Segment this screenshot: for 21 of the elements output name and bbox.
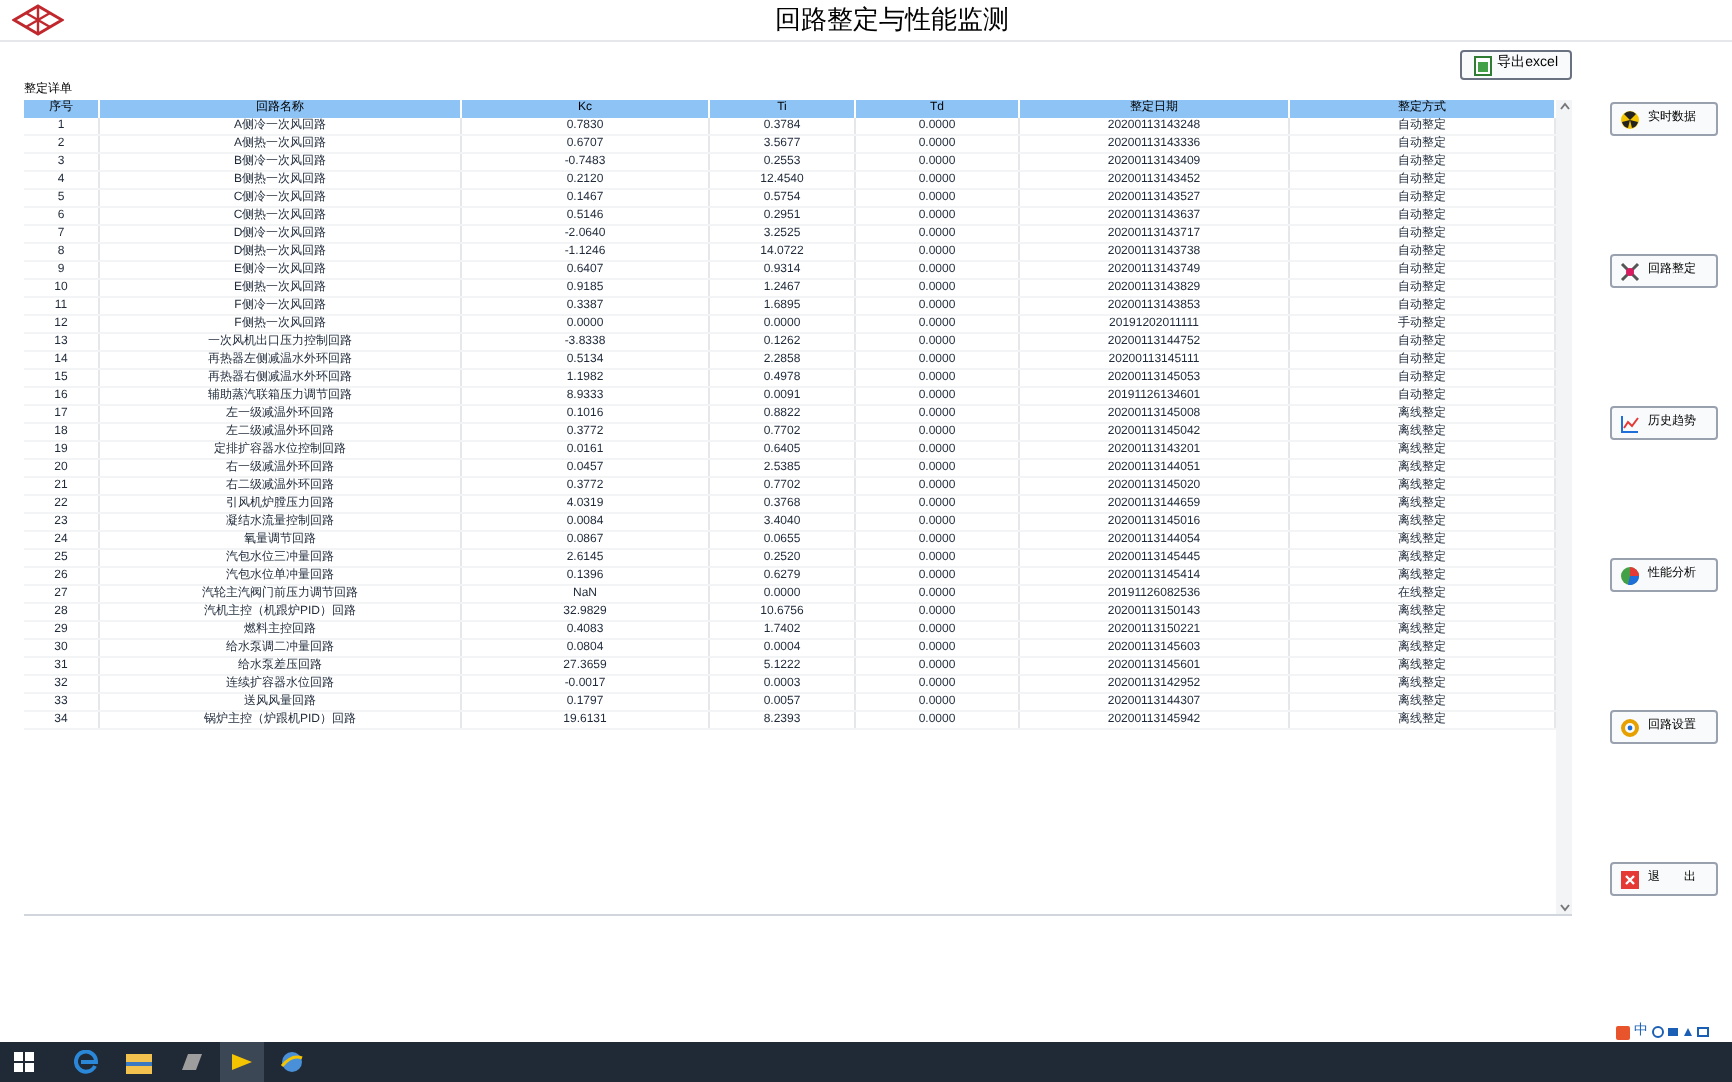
scroll-down-icon[interactable] xyxy=(1559,904,1569,912)
ime-tools-icon xyxy=(1652,1026,1712,1038)
folder-icon[interactable] xyxy=(126,1051,152,1073)
active-app-tab[interactable] xyxy=(220,1042,264,1082)
scrollbar[interactable] xyxy=(1556,100,1572,914)
radiation-icon xyxy=(1620,109,1640,129)
window-title: 回路整定与性能监测 xyxy=(775,2,1009,39)
spreadsheet-icon xyxy=(1473,55,1492,75)
windows-start-icon[interactable] xyxy=(14,1052,34,1072)
pie-chart-icon xyxy=(1620,565,1640,585)
logo-icon xyxy=(12,4,64,36)
tools-icon xyxy=(1620,261,1640,281)
play-icon xyxy=(230,1052,254,1072)
gear-icon xyxy=(1620,717,1640,737)
globe-icon[interactable] xyxy=(280,1050,304,1074)
browser-icon[interactable] xyxy=(74,1050,98,1074)
scroll-up-icon[interactable] xyxy=(1559,102,1569,110)
close-icon xyxy=(1620,869,1640,889)
app-icon[interactable] xyxy=(180,1052,204,1072)
ime-logo-icon xyxy=(1616,1025,1630,1039)
chart-icon xyxy=(1620,413,1640,433)
